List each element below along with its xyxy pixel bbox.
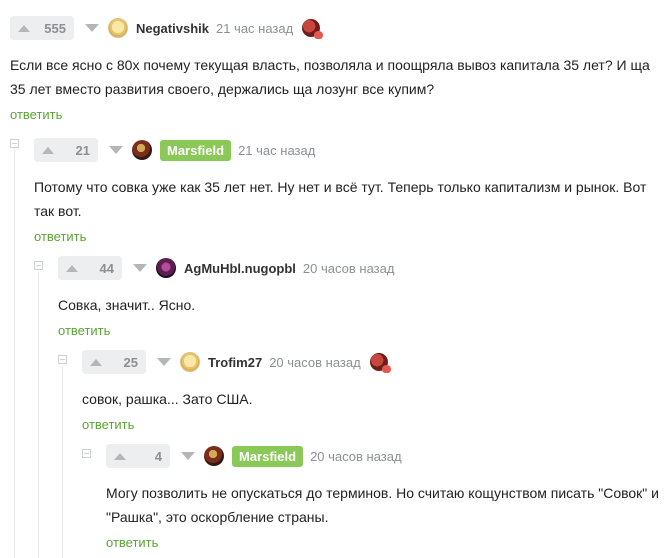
thread-line xyxy=(14,148,15,558)
comment: 555 Negativshik 21 час назад Если все яс… xyxy=(10,16,665,122)
vote-widget: 44 xyxy=(58,256,122,280)
author-username-badge[interactable]: Marsfield xyxy=(232,445,304,467)
vote-count: 4 xyxy=(154,448,162,464)
comment-text: Могу позволить не опускаться до терминов… xyxy=(106,485,659,525)
award-icon[interactable] xyxy=(369,353,391,373)
comment-text: Если все ясно с 80х почему текущая власт… xyxy=(10,57,650,97)
username[interactable]: Trofim27 xyxy=(208,355,262,370)
comment-header: 555 Negativshik 21 час назад xyxy=(10,16,665,40)
upvote-icon[interactable] xyxy=(66,264,78,272)
comment: 25 Trofim27 20 часов назад совок, рашка.… xyxy=(82,350,662,432)
downvote-icon xyxy=(157,358,171,366)
thread-line xyxy=(62,366,63,558)
downvote-icon xyxy=(109,146,123,154)
user-avatar-icon[interactable] xyxy=(108,18,128,38)
reply-link[interactable]: ответить xyxy=(106,535,664,550)
user-avatar-icon[interactable] xyxy=(204,446,224,466)
vote-count: 44 xyxy=(99,260,114,276)
timestamp[interactable]: 20 часов назад xyxy=(310,449,402,464)
vote-widget: 21 xyxy=(34,138,98,162)
user-avatar-icon[interactable] xyxy=(180,352,200,372)
user-avatar-icon[interactable] xyxy=(156,258,176,278)
comment-text: Потому что совка уже как 35 лет нет. Ну … xyxy=(34,179,647,219)
comment-header: 21 Marsfield 21 час назад xyxy=(34,138,664,162)
timestamp[interactable]: 20 часов назад xyxy=(303,261,395,276)
reply-link[interactable]: ответить xyxy=(82,417,662,432)
downvote-icon xyxy=(85,24,99,32)
username[interactable]: AgMuHbl.nugopbl xyxy=(184,261,296,276)
downvote-button[interactable] xyxy=(78,16,106,40)
downvote-button[interactable] xyxy=(150,350,178,374)
downvote-icon xyxy=(181,452,195,460)
upvote-icon[interactable] xyxy=(114,452,126,460)
comment: 21 Marsfield 21 час назад Потому что сов… xyxy=(34,138,664,244)
comment-header: 44 AgMuHbl.nugopbl 20 часов назад xyxy=(58,256,663,280)
author-username-badge[interactable]: Marsfield xyxy=(160,139,232,161)
timestamp[interactable]: 20 часов назад xyxy=(269,355,361,370)
thread-line xyxy=(38,272,39,558)
vote-count: 21 xyxy=(75,142,90,158)
comment-header: 25 Trofim27 20 часов назад xyxy=(82,350,662,374)
vote-widget: 25 xyxy=(82,350,146,374)
collapse-toggle[interactable] xyxy=(10,139,19,148)
upvote-icon[interactable] xyxy=(42,146,54,154)
reply-link[interactable]: ответить xyxy=(34,229,664,244)
comment: 4 Marsfield 20 часов назад Могу позволит… xyxy=(106,444,664,550)
reply-link[interactable]: ответить xyxy=(10,107,665,122)
comment-text: совок, рашка... Зато США. xyxy=(82,391,253,407)
upvote-icon[interactable] xyxy=(18,24,30,32)
vote-count: 25 xyxy=(123,354,138,370)
reply-link[interactable]: ответить xyxy=(58,323,663,338)
award-icon[interactable] xyxy=(302,19,324,39)
comment-text: Совка, значит.. Ясно. xyxy=(58,297,196,313)
timestamp[interactable]: 21 час назад xyxy=(216,21,293,36)
collapse-toggle[interactable] xyxy=(58,355,67,364)
collapse-toggle[interactable] xyxy=(82,449,91,458)
comment-header: 4 Marsfield 20 часов назад xyxy=(106,444,664,468)
downvote-button[interactable] xyxy=(126,256,154,280)
vote-count: 555 xyxy=(44,20,66,36)
downvote-button[interactable] xyxy=(102,138,130,162)
vote-widget: 555 xyxy=(10,16,74,40)
comment: 44 AgMuHbl.nugopbl 20 часов назад Совка,… xyxy=(58,256,663,338)
username[interactable]: Negativshik xyxy=(136,21,209,36)
upvote-icon[interactable] xyxy=(90,358,102,366)
user-avatar-icon[interactable] xyxy=(132,140,152,160)
vote-widget: 4 xyxy=(106,444,170,468)
downvote-icon xyxy=(133,264,147,272)
downvote-button[interactable] xyxy=(174,444,202,468)
timestamp[interactable]: 21 час назад xyxy=(238,143,315,158)
collapse-toggle[interactable] xyxy=(34,261,43,270)
